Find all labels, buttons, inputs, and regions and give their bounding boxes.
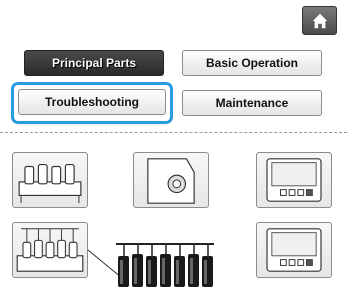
control-panel-icon xyxy=(266,158,322,202)
basic-operation-label: Basic Operation xyxy=(205,56,299,70)
troubleshooting-button[interactable]: Troubleshooting xyxy=(18,89,166,115)
thumbnail-thread-guide[interactable] xyxy=(12,222,88,278)
basic-operation-button[interactable]: Basic Operation xyxy=(182,50,322,76)
divider xyxy=(0,132,347,133)
home-button[interactable] xyxy=(302,6,337,35)
control-panel-icon xyxy=(266,228,322,272)
knob-icon xyxy=(147,158,195,204)
embroidery-machine-image xyxy=(116,243,214,287)
troubleshooting-label: Troubleshooting xyxy=(45,95,139,109)
maintenance-button[interactable]: Maintenance xyxy=(182,90,322,116)
home-icon xyxy=(312,13,327,28)
spool-stand-icon xyxy=(18,163,82,204)
thread-guide-icon xyxy=(16,228,84,272)
thumbnail-knob[interactable] xyxy=(133,152,209,208)
principal-parts-label: Principal Parts xyxy=(51,56,137,70)
thumbnail-spool-stand[interactable] xyxy=(12,152,88,208)
thumbnail-control-panel-1[interactable] xyxy=(256,152,332,208)
principal-parts-button[interactable]: Principal Parts xyxy=(24,50,164,76)
thumbnail-control-panel-2[interactable] xyxy=(256,222,332,278)
maintenance-label: Maintenance xyxy=(215,96,289,110)
